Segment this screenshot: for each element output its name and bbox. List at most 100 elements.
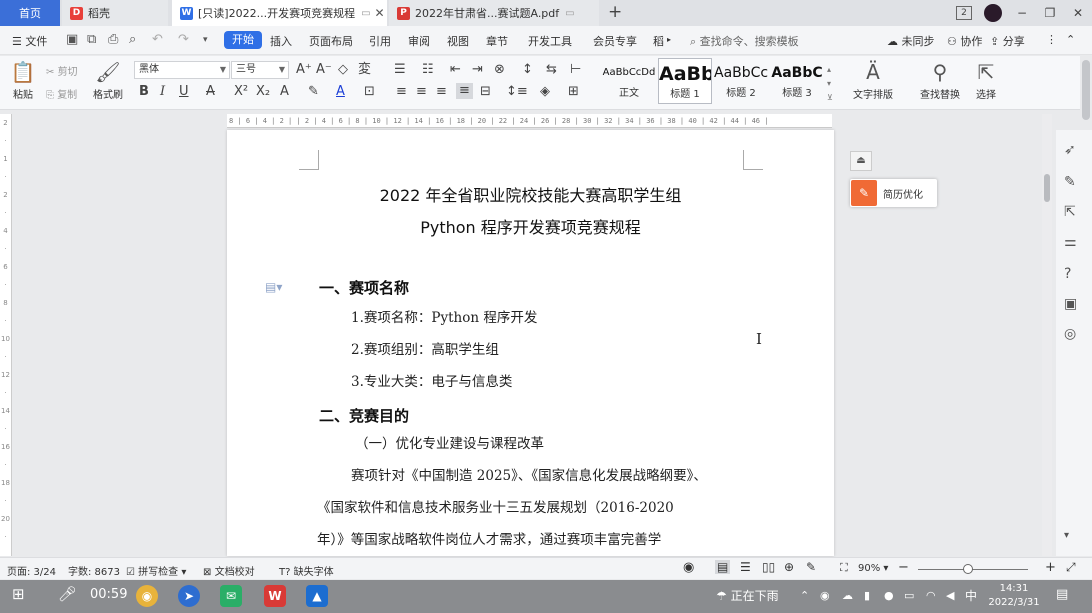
proofread-button[interactable]: ⊠ 文档校对 xyxy=(203,563,255,578)
text-layout-button[interactable]: Ä 文字排版 xyxy=(848,60,898,101)
rocket-icon[interactable]: ➶ xyxy=(1064,142,1076,158)
save-icon[interactable]: ▣ xyxy=(66,32,78,47)
superscript-icon[interactable]: X² xyxy=(234,84,248,100)
format-painter-button[interactable]: 🖌 格式刷 xyxy=(88,60,128,101)
scroll-down-icon[interactable]: ▾ xyxy=(1064,530,1069,541)
ribbon-scrollbar[interactable] xyxy=(1082,60,1090,120)
spellcheck-button[interactable]: ☑ 拼写检查 ▾ xyxy=(126,563,186,578)
document-page[interactable]: 2022 年全省职业院校技能大赛高职学生组 Python 程序开发赛项竞赛规程 … xyxy=(227,130,834,556)
windows-start-icon[interactable]: ⊞ xyxy=(12,585,25,603)
style-heading-3[interactable]: AaBbC 标题 3 xyxy=(770,58,824,104)
align-center-icon[interactable]: ≡ xyxy=(416,84,427,100)
pin-icon[interactable]: ▭ xyxy=(361,8,370,19)
browser-icon[interactable]: ➤ xyxy=(178,585,200,607)
strikethrough-icon[interactable]: A xyxy=(206,84,215,100)
minimize-button[interactable]: − xyxy=(1008,6,1036,20)
grow-font-icon[interactable]: A⁺ xyxy=(296,62,312,78)
style-heading-2[interactable]: AaBbCc 标题 2 xyxy=(714,58,768,104)
page-view-icon[interactable]: ▤ xyxy=(715,560,731,574)
close-button[interactable]: ✕ xyxy=(1064,6,1092,20)
compass-icon[interactable]: ◎ xyxy=(1064,326,1076,342)
volume-icon[interactable]: ◀ xyxy=(946,589,954,602)
menu-chapter[interactable]: 章节 xyxy=(486,33,508,49)
tab-document[interactable]: W [只读]2022...开发赛项竞赛规程 ▭ ✕ xyxy=(172,0,387,26)
zoom-slider-handle[interactable] xyxy=(963,564,973,574)
font-name-select[interactable]: 黑体 ▼ xyxy=(134,61,230,79)
style-heading-1[interactable]: AaBb 标题 1 xyxy=(658,58,712,104)
collaborate-button[interactable]: ⚇ 协作 xyxy=(947,33,982,49)
menu-view[interactable]: 视图 xyxy=(447,33,469,49)
style-expand-icon[interactable]: ⊻ xyxy=(827,90,833,106)
increase-indent-icon[interactable]: ⇥ xyxy=(472,62,483,78)
tray-record-icon[interactable]: ◉ xyxy=(820,589,830,602)
clear-format-icon[interactable]: ◇ xyxy=(338,62,348,78)
cut-button[interactable]: ✂ 剪切 xyxy=(46,63,78,78)
menu-more-icon[interactable]: ▸ xyxy=(667,35,671,44)
word-count[interactable]: 字数: 8673 xyxy=(68,563,120,578)
fit-page-icon[interactable]: ⛶ xyxy=(840,561,848,575)
tab-pdf[interactable]: P 2022年甘肃省...赛试题A.pdf ▭ xyxy=(389,0,599,26)
customize-icon[interactable]: ▾ xyxy=(203,35,208,45)
chinese-layout-icon[interactable]: ⊗ xyxy=(494,62,505,78)
decrease-indent-icon[interactable]: ⇤ xyxy=(450,62,461,78)
menu-review[interactable]: 审阅 xyxy=(408,33,430,49)
copy-button[interactable]: ⎘ 复制 xyxy=(46,86,77,101)
image-icon[interactable]: ▣ xyxy=(1064,296,1077,312)
restore-button[interactable]: ❐ xyxy=(1036,6,1064,20)
print-preview-icon[interactable]: ⌕ xyxy=(129,32,136,47)
command-search[interactable]: ⌕ 查找命令、搜索模板 xyxy=(690,33,799,49)
avatar[interactable] xyxy=(984,4,1002,22)
wps-icon[interactable]: W xyxy=(264,585,286,607)
help-icon[interactable]: ? xyxy=(1064,266,1071,282)
highlight-icon[interactable]: ✎ xyxy=(308,84,319,100)
char-border-icon[interactable]: ⊡ xyxy=(364,84,375,100)
chrome-icon[interactable]: ◉ xyxy=(136,585,158,607)
pointer-icon[interactable]: ⇱ xyxy=(1064,204,1076,220)
menu-references[interactable]: 引用 xyxy=(369,33,391,49)
tray-battery-icon[interactable]: ▮ xyxy=(864,589,870,602)
font-size-select[interactable]: 三号 ▼ xyxy=(231,61,289,79)
tray-cloud-icon[interactable]: ☁ xyxy=(842,589,853,602)
tab-stops-icon[interactable]: ⊢ xyxy=(570,62,581,78)
zoom-slider-track[interactable] xyxy=(918,569,1028,570)
pen-icon[interactable]: ✎ xyxy=(1064,174,1076,190)
select-button[interactable]: ⇱ 选择 xyxy=(968,60,1004,101)
italic-icon[interactable]: I xyxy=(160,84,165,100)
justify-icon[interactable]: ≡ xyxy=(456,83,473,99)
microphone-icon[interactable]: 🎤︎ xyxy=(58,585,77,603)
tray-display-icon[interactable]: ▭ xyxy=(904,589,914,602)
wechat-icon[interactable]: ✉ xyxy=(220,585,242,607)
find-replace-button[interactable]: ⚲ 查找替换 xyxy=(914,60,966,101)
collapse-panel-icon[interactable]: ⏏ xyxy=(850,151,872,171)
write-view-icon[interactable]: ✎ xyxy=(806,560,816,574)
notification-icon[interactable]: ▤ xyxy=(1056,587,1068,602)
close-tab-icon[interactable]: ✕ xyxy=(371,6,385,20)
align-left-icon[interactable]: ≡ xyxy=(396,84,407,100)
tray-expand-icon[interactable]: ⌃ xyxy=(800,589,809,602)
collapse-ribbon-icon[interactable]: ⌃ xyxy=(1066,33,1075,46)
wifi-icon[interactable]: ◠ xyxy=(926,589,936,602)
missing-font-button[interactable]: T? 缺失字体 xyxy=(279,563,334,578)
menu-start[interactable]: 开始 xyxy=(224,31,262,49)
zoom-out-button[interactable]: − xyxy=(898,560,909,575)
outline-view-icon[interactable]: ☰ xyxy=(740,560,751,574)
meeting-app-icon[interactable]: ▲ xyxy=(306,585,328,607)
menu-member[interactable]: 会员专享 xyxy=(593,33,637,49)
document-scrollbar[interactable] xyxy=(1042,114,1052,556)
menu-developer[interactable]: 开发工具 xyxy=(528,33,572,49)
borders-icon[interactable]: ⊞ xyxy=(568,84,579,100)
align-right-icon[interactable]: ≡ xyxy=(436,84,447,100)
tab-home[interactable]: 首页 xyxy=(0,0,60,26)
layout-button[interactable]: 2 xyxy=(956,6,972,20)
print-icon[interactable]: ⎙ xyxy=(108,32,118,47)
underline-icon[interactable]: U xyxy=(179,84,189,100)
reading-view-icon[interactable]: ▯▯ xyxy=(762,560,775,574)
fullscreen-icon[interactable]: ⤢ xyxy=(1066,560,1076,575)
sort-icon[interactable]: ↕ xyxy=(522,62,533,78)
menu-page-layout[interactable]: 页面布局 xyxy=(309,33,353,49)
shading-icon[interactable]: ◈ xyxy=(540,84,550,100)
shrink-font-icon[interactable]: A⁻ xyxy=(316,62,332,78)
export-icon[interactable]: ⧉ xyxy=(87,32,96,47)
eye-protection-icon[interactable]: ◉ xyxy=(683,560,694,575)
vertical-ruler[interactable]: 2 · 1 · 2 · 4 · 6 · 8 · 10 · 12 · 14 · 16 · 18 · 20 · xyxy=(0,114,12,556)
